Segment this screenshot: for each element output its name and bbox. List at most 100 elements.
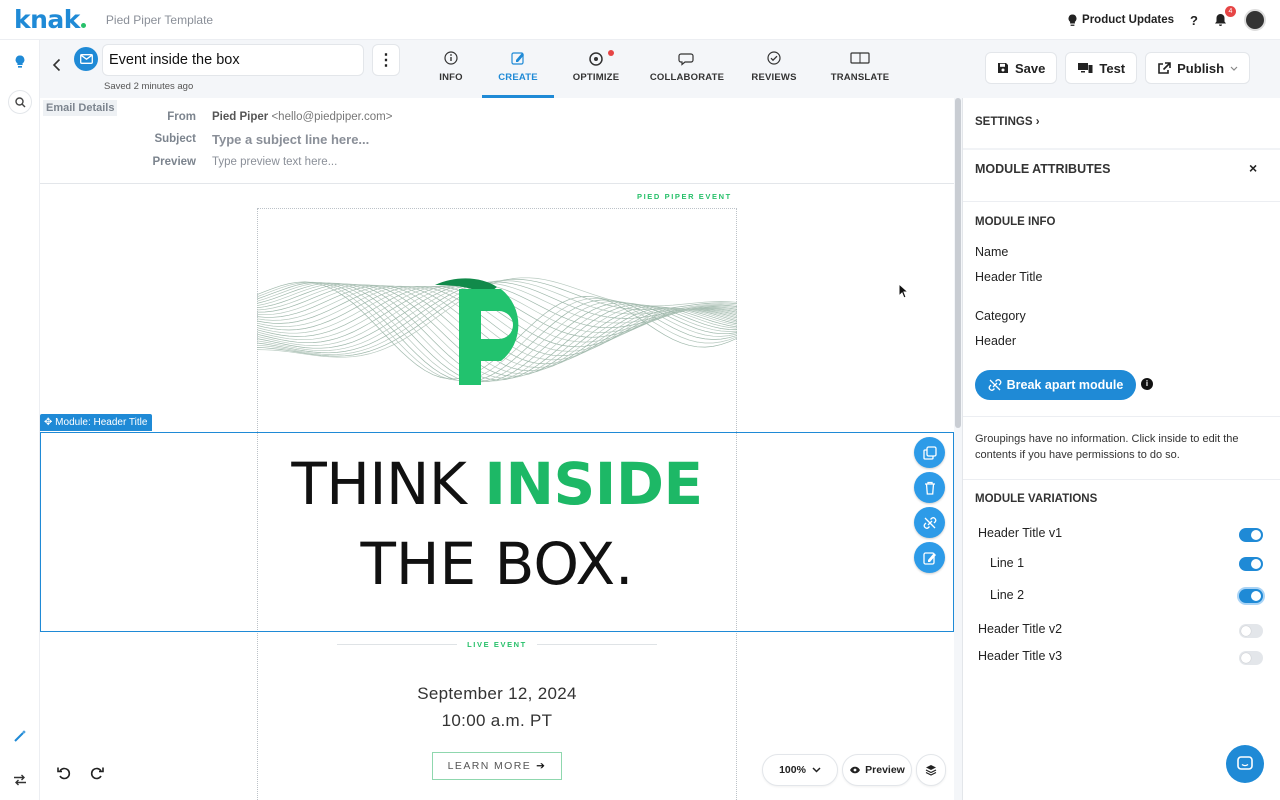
edit-module-button[interactable] xyxy=(914,542,945,573)
rail-magic-button[interactable] xyxy=(8,724,32,748)
test-label: Test xyxy=(1099,60,1126,76)
save-button[interactable]: Save xyxy=(985,52,1058,84)
layers-button[interactable] xyxy=(916,754,946,786)
unlink-icon xyxy=(923,516,936,529)
rail-swap-button[interactable] xyxy=(8,768,32,792)
headline-green: INSIDE xyxy=(484,450,703,518)
hero-image[interactable] xyxy=(257,208,737,432)
swap-arrows-icon xyxy=(14,774,26,786)
info-icon[interactable]: i xyxy=(1141,378,1153,390)
headline-line-1[interactable]: THINK INSIDE xyxy=(40,450,954,518)
preview-button[interactable]: Preview xyxy=(842,754,912,786)
learn-more-button[interactable]: LEARN MORE ➔ xyxy=(432,752,562,780)
rail-search-button[interactable] xyxy=(8,90,32,114)
notifications-button[interactable]: 4 xyxy=(1214,6,1236,27)
notification-badge: 4 xyxy=(1225,6,1236,17)
settings-breadcrumb[interactable]: SETTINGS › xyxy=(975,116,1040,128)
chevron-right-icon: › xyxy=(1035,116,1040,128)
publish-button[interactable]: Publish xyxy=(1145,52,1251,84)
variation-header-title-v1: Header Title v1 xyxy=(978,526,1063,540)
module-label[interactable]: ✥ Module: Header Title xyxy=(40,414,153,431)
email-type-icon xyxy=(74,47,98,71)
close-panel-button[interactable]: × xyxy=(1249,160,1257,176)
headline-line-2[interactable]: THE BOX. xyxy=(40,530,954,598)
search-icon xyxy=(14,96,25,107)
tab-reviews[interactable]: REVIEWS xyxy=(736,40,812,98)
from-email: <hello@piedpiper.com> xyxy=(271,111,393,123)
top-bar: knak Pied Piper Template Product Updates… xyxy=(0,0,1280,40)
undo-button[interactable] xyxy=(49,758,79,788)
toggle-knob xyxy=(1251,530,1261,540)
duplicate-module-button[interactable] xyxy=(914,437,945,468)
tab-info[interactable]: INFO xyxy=(420,40,482,98)
tab-create[interactable]: CREATE xyxy=(482,40,554,98)
asset-actions: Save Test Publish xyxy=(985,52,1251,84)
check-circle-icon xyxy=(767,51,781,65)
toggle-header-title-v2[interactable] xyxy=(1239,624,1263,638)
module-info-heading: MODULE INFO xyxy=(975,216,1056,228)
headline-plain: THINK xyxy=(291,450,485,518)
zoom-value: 100% xyxy=(779,764,806,776)
lightbulb-icon xyxy=(15,55,25,68)
divider xyxy=(963,416,1280,417)
chat-icon xyxy=(1237,756,1253,770)
tab-optimize-label: OPTIMIZE xyxy=(572,72,620,83)
toggle-line-2[interactable] xyxy=(1239,589,1263,603)
event-date[interactable]: September 12, 2024 xyxy=(257,684,737,704)
back-button[interactable] xyxy=(52,56,62,77)
tab-collaborate[interactable]: COLLABORATE xyxy=(638,40,736,98)
subject-label: Subject xyxy=(154,133,196,145)
subject-input[interactable]: Type a subject line here... xyxy=(212,132,369,147)
redo-icon xyxy=(90,767,104,780)
tab-translate-label: TRANSLATE xyxy=(830,72,890,83)
name-value: Header Title xyxy=(975,270,1043,284)
unlink-module-button[interactable] xyxy=(914,507,945,538)
toggle-header-title-v1[interactable] xyxy=(1239,528,1263,542)
tab-create-label: CREATE xyxy=(498,72,538,83)
undo-icon xyxy=(57,767,71,780)
knak-logo[interactable]: knak xyxy=(14,5,86,34)
tab-collaborate-label: COLLABORATE xyxy=(649,72,725,83)
delete-module-button[interactable] xyxy=(914,472,945,503)
canvas-scrollbar[interactable] xyxy=(955,98,961,428)
test-button[interactable]: Test xyxy=(1065,52,1138,84)
edit-icon xyxy=(511,52,524,65)
divider xyxy=(963,479,1280,480)
tab-translate[interactable]: TRANSLATE xyxy=(812,40,908,98)
preview-input[interactable]: Type preview text here... xyxy=(212,156,337,168)
variation-header-title-v3: Header Title v3 xyxy=(978,649,1063,663)
product-updates-label: Product Updates xyxy=(1082,14,1175,26)
toggle-header-title-v3[interactable] xyxy=(1239,651,1263,665)
break-apart-module-button[interactable]: Break apart module xyxy=(975,370,1136,400)
wave-graphic xyxy=(257,277,737,385)
eye-icon xyxy=(850,766,861,774)
event-time[interactable]: 10:00 a.m. PT xyxy=(257,711,737,731)
zoom-select[interactable]: 100% xyxy=(762,754,838,786)
toggle-line-1[interactable] xyxy=(1239,557,1263,571)
rail-ideas-button[interactable] xyxy=(8,50,32,74)
tab-optimize[interactable]: OPTIMIZE xyxy=(554,40,638,98)
share-out-icon xyxy=(1158,61,1171,74)
settings-label: SETTINGS xyxy=(975,116,1033,128)
redo-button[interactable] xyxy=(82,758,112,788)
email-canvas[interactable]: Email Details From Pied Piper <hello@pie… xyxy=(40,98,954,800)
variation-line-1: Line 1 xyxy=(990,556,1025,570)
user-avatar[interactable] xyxy=(1244,9,1266,31)
variation-header-title-v2: Header Title v2 xyxy=(978,622,1063,636)
preview-label: Preview xyxy=(152,156,196,168)
divider-right xyxy=(537,644,657,645)
chevron-down-icon xyxy=(1230,66,1238,71)
event-tag: PIED PIPER EVENT xyxy=(637,192,732,201)
layers-icon xyxy=(925,765,937,776)
divider xyxy=(963,148,1280,150)
module-attributes-heading: MODULE ATTRIBUTES xyxy=(975,162,1111,176)
product-updates-button[interactable]: Product Updates xyxy=(1067,14,1174,27)
tab-info-label: INFO xyxy=(439,72,463,83)
help-button[interactable]: ? xyxy=(1190,13,1198,28)
more-options-button[interactable]: ⋮ xyxy=(372,44,400,76)
left-rail xyxy=(0,40,40,800)
break-apart-label: Break apart module xyxy=(1006,378,1124,392)
support-chat-button[interactable] xyxy=(1226,745,1264,783)
asset-title-input[interactable]: Event inside the box xyxy=(102,44,364,76)
optimize-icon xyxy=(589,52,603,66)
